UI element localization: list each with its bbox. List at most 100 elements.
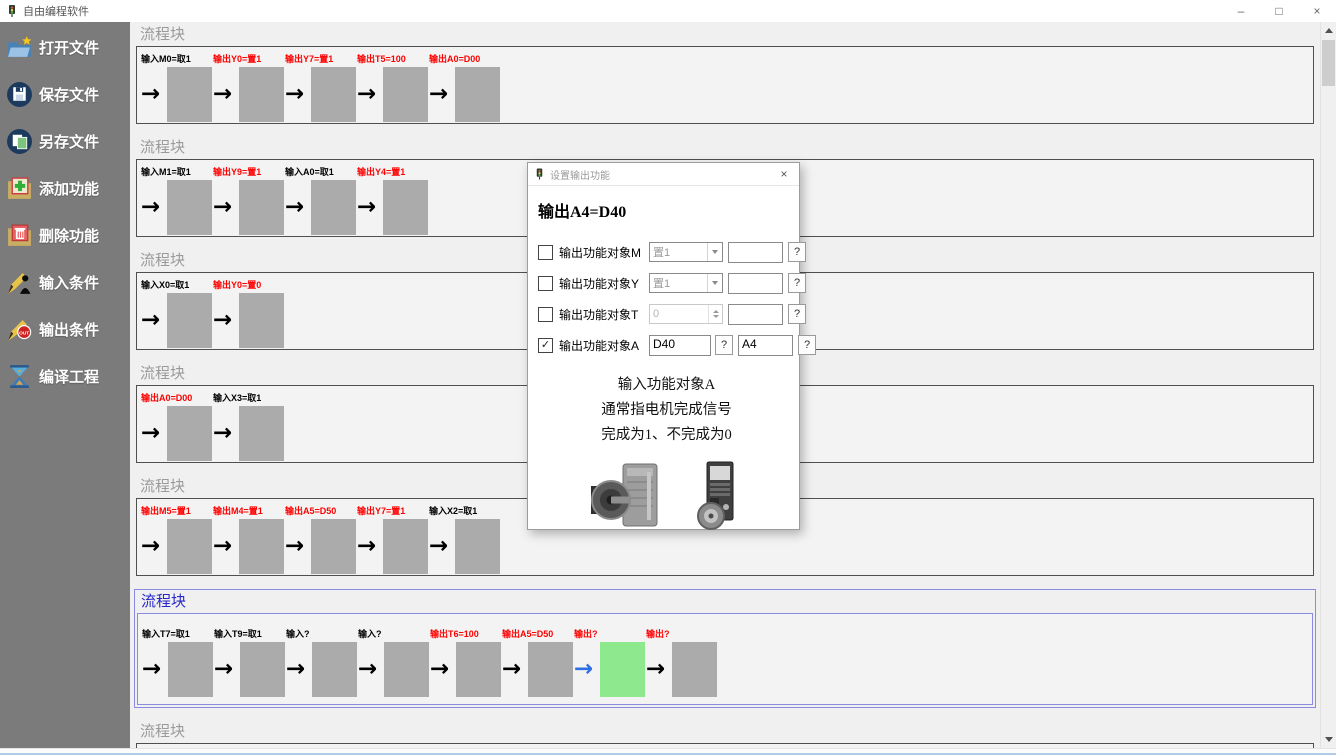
output-y-value-input[interactable] [728, 273, 783, 294]
flow-block[interactable] [672, 642, 717, 697]
output-a-address-input[interactable]: A4 [738, 335, 793, 356]
scroll-up-button[interactable] [1321, 22, 1336, 39]
help-m-button[interactable]: ? [788, 242, 806, 262]
sidebar-item-input-condition[interactable]: 输入条件 [6, 265, 130, 299]
flow-arrow-icon: → [357, 180, 383, 235]
flow-block[interactable] [239, 406, 284, 461]
maximize-button[interactable]: □ [1260, 0, 1298, 22]
flow-block[interactable] [311, 519, 356, 574]
flow-block[interactable] [167, 67, 212, 122]
flow-block[interactable] [167, 180, 212, 235]
output-m-value-input[interactable] [728, 242, 783, 263]
compile-project-icon [6, 363, 33, 390]
flow-block[interactable] [311, 67, 356, 122]
output-target-a-row: ✓ 输出功能对象A D40 ? A4 ? [538, 333, 795, 357]
flow-block[interactable] [240, 642, 285, 697]
flow-block[interactable] [239, 293, 284, 348]
vertical-scrollbar[interactable] [1320, 22, 1336, 748]
flow-arrow-icon: → [285, 180, 311, 235]
flow-block[interactable] [312, 642, 357, 697]
block-label: 输出T6=100 [430, 628, 502, 642]
output-y-mode-select[interactable]: 置1 [649, 273, 723, 293]
flow-block[interactable] [383, 67, 428, 122]
flow-section[interactable]: 流程块 [136, 721, 1314, 748]
dialog-titlebar[interactable]: 设置输出功能 × [528, 163, 799, 186]
dialog-icon [534, 168, 545, 180]
output-y-mode-value: 置1 [650, 275, 707, 291]
sidebar-item-open-file[interactable]: 打开文件 [6, 30, 130, 64]
flow-frame: 输入M0=取1→输出Y0=置1→输出Y7=置1→输出T5=100→输出A0=D0… [136, 46, 1314, 124]
close-button[interactable]: × [1298, 0, 1336, 22]
flow-block[interactable] [455, 519, 500, 574]
flow-section[interactable]: 流程块输入T7=取1→输入T9=取1→输入?→输入?→输出T6=100→输出A5… [134, 589, 1316, 708]
checkbox-a[interactable]: ✓ [538, 338, 553, 353]
flow-arrow-icon: → [141, 406, 167, 461]
block-label: 输入? [358, 628, 430, 642]
sidebar-item-save-file[interactable]: 保存文件 [6, 77, 130, 111]
help-a-address-button[interactable]: ? [798, 335, 816, 355]
sidebar-item-delete-function[interactable]: 删除功能 [6, 218, 130, 252]
output-t-spinner[interactable]: 0 [649, 304, 723, 324]
block-label: 输出Y0=置1 [213, 53, 285, 67]
flow-unit: 输出Y0=置0→ [213, 279, 285, 348]
flow-block[interactable] [167, 293, 212, 348]
block-label: 输入M1=取1 [141, 166, 213, 180]
flow-unit: 输出Y7=置1→ [285, 53, 357, 122]
flow-unit: 输出M4=置1→ [213, 505, 285, 574]
dialog-close-icon[interactable]: × [769, 167, 799, 181]
flow-block[interactable] [168, 642, 213, 697]
flow-block[interactable] [167, 406, 212, 461]
checkbox-m[interactable] [538, 245, 553, 260]
output-t-value-input[interactable] [728, 304, 783, 325]
help-t-button[interactable]: ? [788, 304, 806, 324]
chevron-down-icon [707, 274, 722, 292]
flow-block[interactable] [383, 519, 428, 574]
flow-block[interactable] [455, 67, 500, 122]
minimize-button[interactable]: – [1222, 0, 1260, 22]
scroll-down-icon [1325, 737, 1333, 742]
help-a-data-button[interactable]: ? [715, 335, 733, 355]
checkbox-y[interactable] [538, 276, 553, 291]
sidebar-item-save-as-file[interactable]: 另存文件 [6, 124, 130, 158]
flow-section[interactable]: 流程块输入M0=取1→输出Y0=置1→输出Y7=置1→输出T5=100→输出A0… [136, 24, 1314, 124]
block-label: 输入X0=取1 [141, 279, 213, 293]
checkbox-t[interactable] [538, 307, 553, 322]
servo-drive-image [693, 460, 745, 530]
sidebar-item-label: 输入条件 [39, 272, 99, 293]
flow-block[interactable] [311, 180, 356, 235]
flow-block[interactable] [600, 642, 645, 697]
flow-block[interactable] [239, 67, 284, 122]
flow-block[interactable] [239, 519, 284, 574]
output-a-data-input[interactable]: D40 [649, 335, 711, 356]
flow-unit: 输出T6=100→ [430, 628, 502, 697]
app-icon [6, 5, 18, 17]
flow-block[interactable] [167, 519, 212, 574]
flow-arrow-icon: → [213, 406, 239, 461]
sidebar-item-label: 另存文件 [39, 131, 99, 152]
flow-block[interactable] [384, 642, 429, 697]
flow-arrow-icon: → [213, 67, 239, 122]
output-m-mode-select[interactable]: 置1 [649, 242, 723, 262]
sidebar-item-compile-project[interactable]: 编译工程 [6, 359, 130, 393]
flow-arrow-icon: → [429, 67, 455, 122]
scroll-down-button[interactable] [1321, 731, 1336, 748]
output-m-mode-value: 置1 [650, 244, 707, 260]
flow-block[interactable] [528, 642, 573, 697]
spinner-arrows-icon[interactable] [708, 305, 722, 323]
flow-block[interactable] [456, 642, 501, 697]
flow-block[interactable] [239, 180, 284, 235]
save-as-icon [6, 128, 33, 155]
help-y-button[interactable]: ? [788, 273, 806, 293]
flow-unit: 输出A0=D00→ [429, 53, 501, 122]
set-output-function-dialog: 设置输出功能 × 输出A4=D40 输出功能对象M 置1 ? 输出功能对象Y 置… [527, 162, 800, 530]
sidebar-item-add-function[interactable]: 添加功能 [6, 171, 130, 205]
flow-section-title: 流程块 [136, 137, 1314, 159]
scrollbar-thumb[interactable] [1322, 40, 1335, 86]
flow-block[interactable] [383, 180, 428, 235]
sidebar-item-output-condition[interactable]: OUT 输出条件 [6, 312, 130, 346]
flow-arrow-icon: → [430, 642, 456, 697]
scroll-up-icon [1325, 28, 1333, 33]
flow-arrow-icon: → [141, 67, 167, 122]
output-condition-icon: OUT [6, 316, 33, 343]
block-label: 输出Y9=置1 [213, 166, 285, 180]
